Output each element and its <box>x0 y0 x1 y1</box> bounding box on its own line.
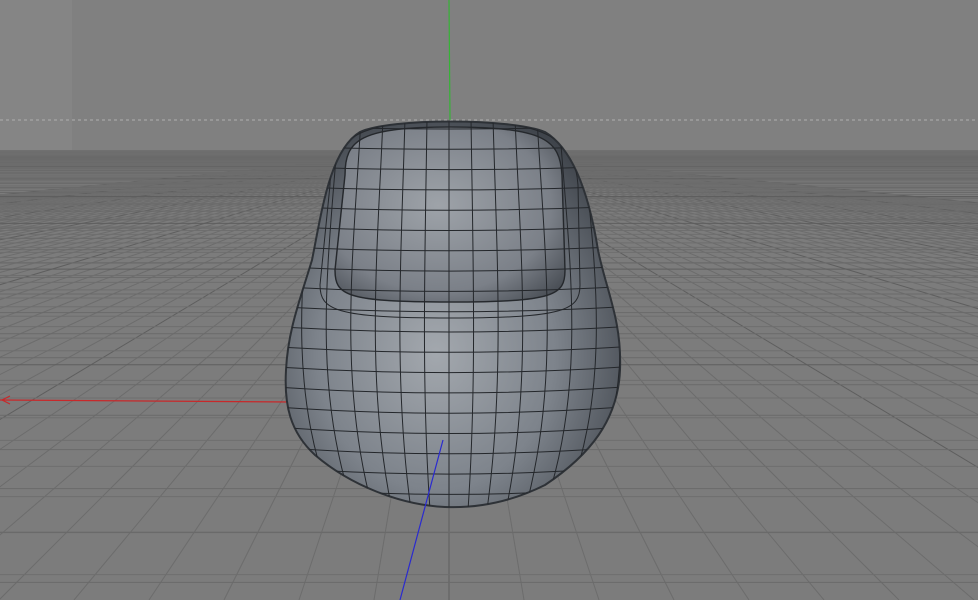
chair-seat-mesh <box>334 126 566 303</box>
y-axis-line <box>448 0 451 121</box>
viewport-canvas[interactable] <box>0 0 978 600</box>
3d-viewport[interactable] <box>0 0 978 600</box>
